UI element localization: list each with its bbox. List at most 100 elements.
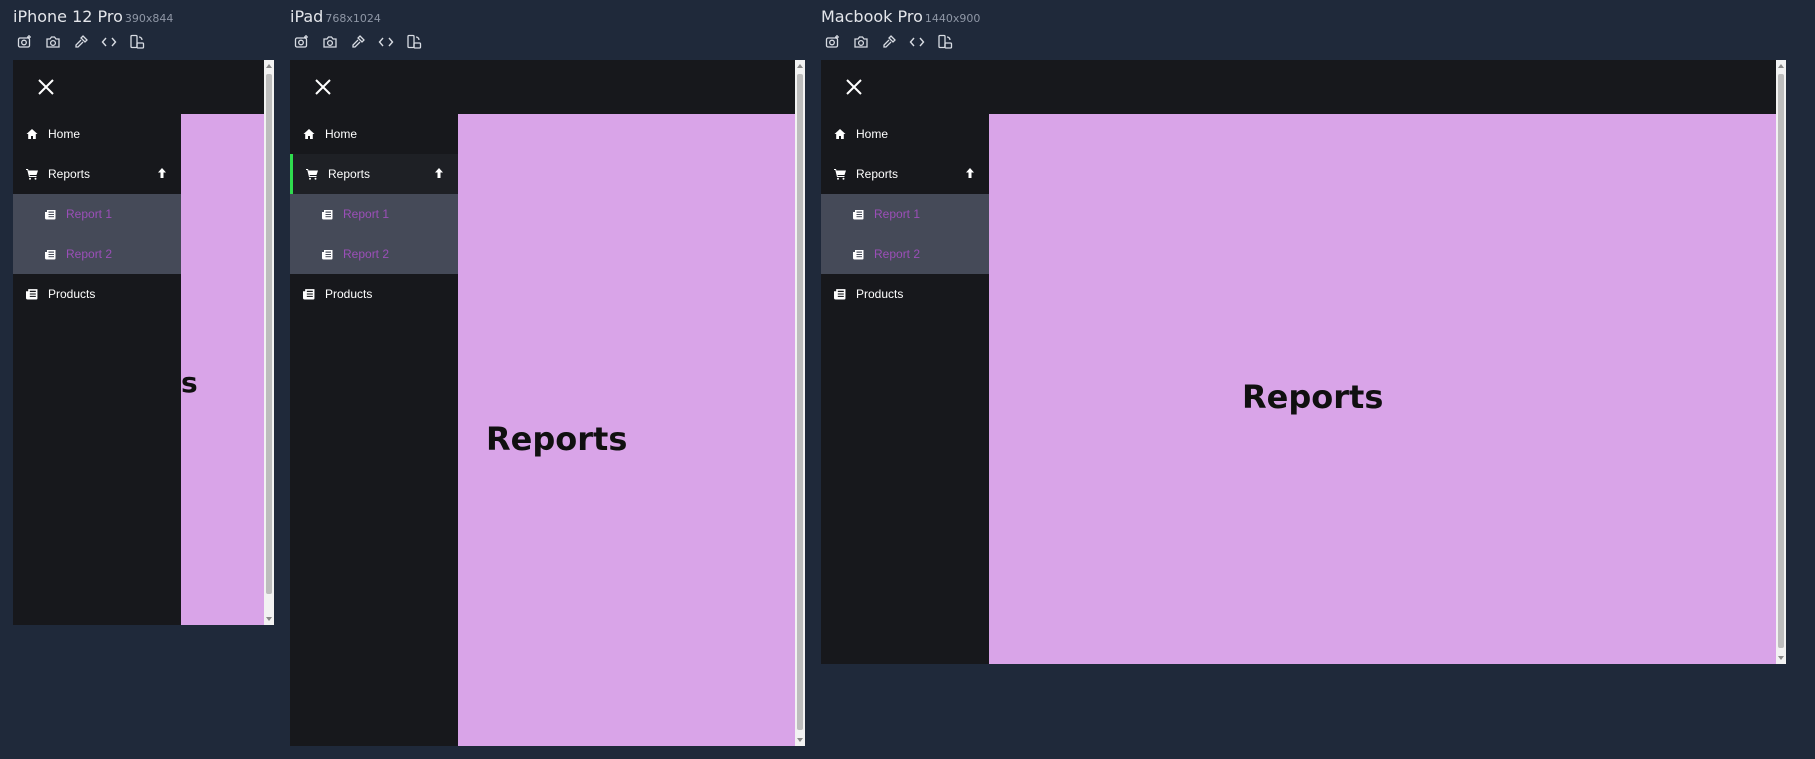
sidebar-item-products[interactable]: Products xyxy=(13,274,181,314)
content-area: s xyxy=(181,114,264,625)
page-heading: Reports xyxy=(486,420,628,458)
sidebar-subitem-label: Report 1 xyxy=(343,207,390,221)
close-icon[interactable] xyxy=(312,76,334,98)
sidebar-subitem-report-2[interactable]: Report 2 xyxy=(290,234,458,274)
device-title: Macbook Pro 1440x900 xyxy=(821,7,980,26)
reports-submenu: Report 1 Report 2 xyxy=(13,194,181,274)
device-name: iPhone 12 Pro xyxy=(13,7,123,26)
sidebar-item-reports[interactable]: Reports xyxy=(290,154,458,194)
sidebar-subitem-report-2[interactable]: Report 2 xyxy=(13,234,181,274)
sidebar-subitem-label: Report 1 xyxy=(66,207,113,221)
scroll-up-icon[interactable] xyxy=(1778,64,1784,68)
scroll-down-icon[interactable] xyxy=(1778,656,1784,660)
cart-icon xyxy=(306,168,318,180)
device-frame: s Home Reports Report 1 Report 2 Product… xyxy=(13,60,274,625)
arrow-up-icon[interactable] xyxy=(965,167,975,179)
device-toolbar xyxy=(294,34,422,50)
arrow-up-icon[interactable] xyxy=(434,167,444,179)
device-size: 768x1024 xyxy=(325,12,381,25)
device-frame: Reports Home Reports Report 1 Report 2 P… xyxy=(290,60,805,746)
page-heading: Reports xyxy=(1242,378,1384,416)
scroll-thumb[interactable] xyxy=(1778,74,1784,648)
device-name: iPad xyxy=(290,7,324,26)
code-icon[interactable] xyxy=(909,34,925,50)
newspaper-icon xyxy=(853,209,864,220)
rotate-device-icon[interactable] xyxy=(406,34,422,50)
newspaper-icon xyxy=(853,249,864,260)
device-title: iPad 768x1024 xyxy=(290,7,381,26)
scroll-thumb[interactable] xyxy=(266,74,272,594)
sidebar-item-reports[interactable]: Reports xyxy=(13,154,181,194)
sidebar-item-reports[interactable]: Reports xyxy=(821,154,989,194)
camera-plus-icon[interactable] xyxy=(17,34,33,50)
device-size: 390x844 xyxy=(124,12,174,25)
sidebar-item-products[interactable]: Products xyxy=(821,274,989,314)
cart-icon xyxy=(834,168,846,180)
camera-icon[interactable] xyxy=(45,34,61,50)
close-icon[interactable] xyxy=(843,76,865,98)
scroll-up-icon[interactable] xyxy=(797,64,803,68)
app-topbar xyxy=(13,60,274,114)
sidebar-item-home[interactable]: Home xyxy=(290,114,458,154)
scrollbar[interactable] xyxy=(1776,60,1786,664)
sidebar-subitem-label: Report 1 xyxy=(874,207,921,221)
content-area: Reports xyxy=(458,114,795,746)
reports-submenu: Report 1 Report 2 xyxy=(290,194,458,274)
camera-icon[interactable] xyxy=(853,34,869,50)
sidebar-item-label: Products xyxy=(48,287,96,301)
scroll-down-icon[interactable] xyxy=(266,617,272,621)
cart-icon xyxy=(26,168,38,180)
scroll-thumb[interactable] xyxy=(797,74,803,730)
page-heading: s xyxy=(181,366,198,399)
newspaper-icon xyxy=(834,288,846,300)
newspaper-icon xyxy=(26,288,38,300)
scrollbar[interactable] xyxy=(264,60,274,625)
sidebar-item-label: Reports xyxy=(856,167,899,181)
sidebar-item-label: Products xyxy=(325,287,373,301)
scroll-down-icon[interactable] xyxy=(797,738,803,742)
arrow-up-icon[interactable] xyxy=(157,167,167,179)
home-icon xyxy=(834,128,846,140)
sidebar-item-home[interactable]: Home xyxy=(13,114,181,154)
sidebar: Home Reports Report 1 Report 2 Products xyxy=(290,114,458,746)
camera-icon[interactable] xyxy=(322,34,338,50)
scrollbar[interactable] xyxy=(795,60,805,746)
sidebar-item-label: Home xyxy=(856,127,889,141)
sidebar-subitem-report-1[interactable]: Report 1 xyxy=(290,194,458,234)
sidebar-subitem-report-1[interactable]: Report 1 xyxy=(821,194,989,234)
sidebar-subitem-report-1[interactable]: Report 1 xyxy=(13,194,181,234)
home-icon xyxy=(303,128,315,140)
sidebar-subitem-label: Report 2 xyxy=(66,247,113,261)
device-title: iPhone 12 Pro 390x844 xyxy=(13,7,173,26)
content-area: Reports xyxy=(989,114,1776,664)
camera-plus-icon[interactable] xyxy=(294,34,310,50)
newspaper-icon xyxy=(303,288,315,300)
sidebar-item-label: Home xyxy=(48,127,81,141)
device-toolbar xyxy=(17,34,145,50)
app-topbar xyxy=(821,60,1786,114)
close-icon[interactable] xyxy=(35,76,57,98)
sidebar-item-label: Products xyxy=(856,287,904,301)
sidebar-subitem-label: Report 2 xyxy=(874,247,921,261)
eyedropper-icon[interactable] xyxy=(350,34,366,50)
camera-plus-icon[interactable] xyxy=(825,34,841,50)
sidebar-subitem-label: Report 2 xyxy=(343,247,390,261)
device-name: Macbook Pro xyxy=(821,7,923,26)
rotate-device-icon[interactable] xyxy=(937,34,953,50)
rotate-device-icon[interactable] xyxy=(129,34,145,50)
eyedropper-icon[interactable] xyxy=(881,34,897,50)
sidebar-subitem-report-2[interactable]: Report 2 xyxy=(821,234,989,274)
eyedropper-icon[interactable] xyxy=(73,34,89,50)
home-icon xyxy=(26,128,38,140)
sidebar-item-label: Reports xyxy=(48,167,91,181)
sidebar-item-label: Home xyxy=(325,127,358,141)
newspaper-icon xyxy=(45,209,56,220)
sidebar-item-products[interactable]: Products xyxy=(290,274,458,314)
scroll-up-icon[interactable] xyxy=(266,64,272,68)
device-size: 1440x900 xyxy=(924,12,981,25)
newspaper-icon xyxy=(322,209,333,220)
sidebar-item-home[interactable]: Home xyxy=(821,114,989,154)
code-icon[interactable] xyxy=(378,34,394,50)
code-icon[interactable] xyxy=(101,34,117,50)
sidebar: Home Reports Report 1 Report 2 Products xyxy=(13,114,181,625)
